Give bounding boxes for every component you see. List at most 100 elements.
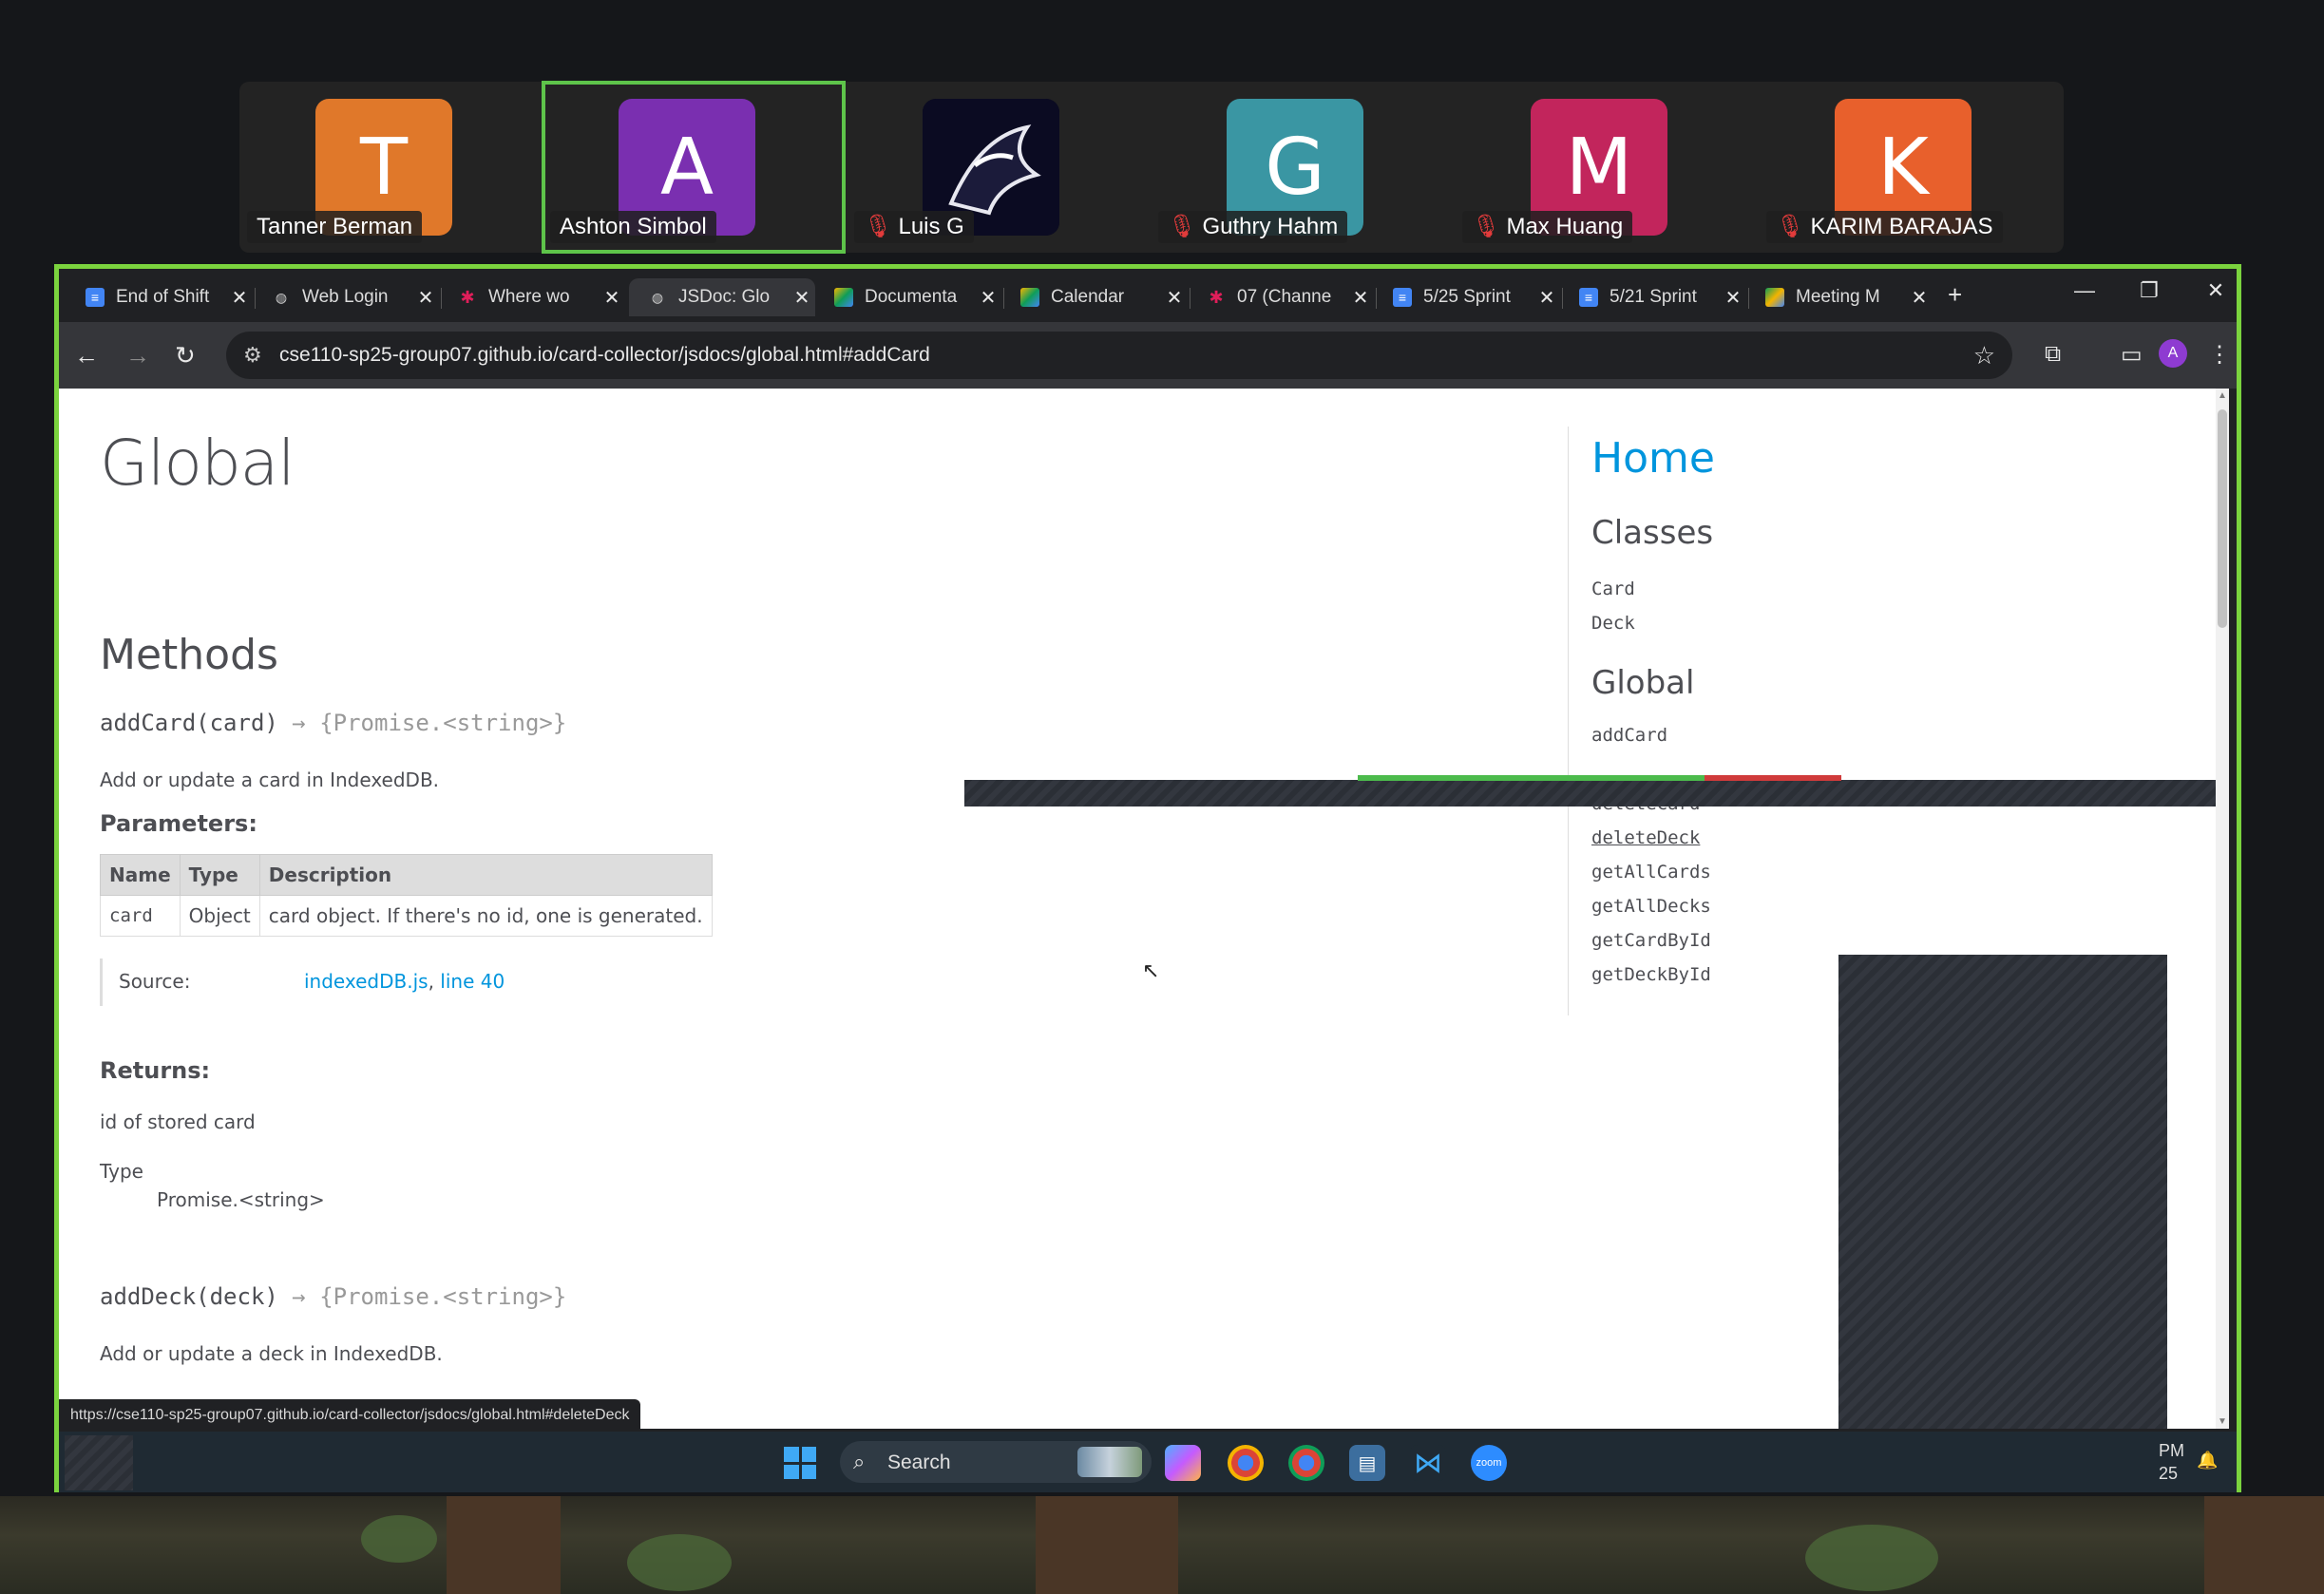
nav-class-deck[interactable]: Deck — [1591, 613, 1635, 634]
scroll-up-icon[interactable]: ▲ — [2216, 390, 2229, 401]
windows-start-icon[interactable] — [784, 1447, 816, 1479]
wallpaper-tree — [2204, 1496, 2324, 1594]
tab-web-login[interactable]: ◍ Web Login ✕ — [253, 278, 439, 316]
tray-time[interactable]: PM — [2159, 1441, 2184, 1461]
menu-kebab-icon[interactable]: ⋮ — [2208, 341, 2231, 369]
close-icon[interactable]: ✕ — [599, 286, 625, 310]
address-url[interactable]: cse110-sp25-group07.github.io/card-colle… — [279, 344, 930, 367]
extensions-icon[interactable]: ⧉ — [2045, 341, 2061, 368]
method-description: Add or update a card in IndexedDB. — [100, 769, 440, 791]
nav-addcard[interactable]: addCard — [1591, 725, 1667, 746]
source-label: Source: — [119, 970, 191, 993]
new-tab-button[interactable]: + — [1948, 280, 1962, 310]
zoom-icon[interactable]: zoom — [1471, 1445, 1507, 1481]
close-icon[interactable]: ✕ — [1347, 286, 1374, 310]
participant-name-label: Ashton Simbol — [550, 211, 716, 243]
tray-date[interactable]: 25 — [2159, 1464, 2178, 1484]
nav-getallcards[interactable]: getAllCards — [1591, 862, 1711, 882]
tab-07-channel[interactable]: ✱ 07 (Channe ✕ — [1188, 278, 1374, 316]
link-status-bar: https://cse110-sp25-group07.github.io/ca… — [59, 1399, 641, 1432]
tab-calendar[interactable]: Calendar ✕ — [1001, 278, 1188, 316]
tab-where-wo[interactable]: ✱ Where wo ✕ — [439, 278, 625, 316]
returns-description: id of stored card — [100, 1110, 256, 1133]
method-return-type: {Promise.<string>} — [319, 710, 567, 736]
participant-tile[interactable]: M 🎙 Max Huang — [1455, 82, 1757, 253]
mic-muted-icon: 🎙 — [1168, 214, 1197, 239]
vscode-icon[interactable]: ⋈ — [1410, 1445, 1446, 1481]
column-header: Type — [179, 854, 260, 896]
close-icon[interactable]: ✕ — [975, 286, 1001, 310]
close-icon[interactable]: ✕ — [1533, 286, 1560, 310]
method-signature-adddeck: addDeck(deck) → {Promise.<string>} — [100, 1283, 566, 1310]
google-docs-icon: ≡ — [86, 288, 105, 307]
close-icon[interactable]: ✕ — [412, 286, 439, 310]
scrollbar-thumb[interactable] — [2218, 409, 2227, 628]
close-icon[interactable]: ✕ — [1720, 286, 1746, 310]
close-icon[interactable]: ✕ — [1906, 286, 1933, 310]
participant-tile[interactable]: 🎙 Luis G — [847, 82, 1149, 253]
source-line-link[interactable]: line 40 — [440, 970, 505, 993]
participant-name-label: 🎙 Guthry Hahm — [1158, 211, 1348, 243]
profile-avatar[interactable]: A — [2159, 339, 2187, 368]
tab-end-of-shift[interactable]: ≡ End of Shift ✕ — [67, 278, 253, 316]
type-label: Type — [100, 1160, 143, 1183]
address-bar[interactable]: ⚙ cse110-sp25-group07.github.io/card-col… — [226, 332, 2012, 379]
nav-getdeckbyid[interactable]: getDeckById — [1591, 964, 1711, 985]
restore-icon[interactable]: ❐ — [2130, 278, 2168, 303]
source-file-link[interactable]: indexedDB.js — [304, 970, 429, 993]
scroll-down-icon[interactable]: ▼ — [2216, 1416, 2229, 1427]
participant-tile[interactable]: T Tanner Berman — [239, 82, 542, 253]
participant-tile-active-speaker[interactable]: A Ashton Simbol — [542, 81, 846, 254]
notification-bell-icon[interactable]: 🔔 — [2197, 1451, 2218, 1471]
tab-title: Calendar — [1051, 287, 1125, 307]
back-arrow-icon[interactable]: ← — [74, 341, 99, 370]
reload-icon[interactable]: ↻ — [175, 341, 196, 370]
home-link[interactable]: Home — [1591, 434, 1715, 483]
mouse-cursor-icon: ↖ — [1142, 958, 1160, 982]
param-description: card object. If there's no id, one is ge… — [258, 895, 713, 937]
participant-name: Guthry Hahm — [1202, 214, 1339, 239]
site-info-icon[interactable]: ⚙ — [243, 343, 262, 368]
forward-arrow-icon[interactable]: → — [125, 341, 150, 370]
taskbar-search[interactable]: ⌕ Search — [840, 1441, 1152, 1483]
tab-title: 07 (Channe — [1237, 287, 1332, 307]
drive-icon — [1020, 288, 1039, 307]
participant-name: Max Huang — [1506, 214, 1624, 239]
nav-getalldecks[interactable]: getAllDecks — [1591, 896, 1711, 917]
nav-deletedeck[interactable]: deleteDeck — [1591, 827, 1700, 848]
remote-desktop-icon[interactable]: ▤ — [1349, 1445, 1385, 1481]
share-indicator-green — [1358, 775, 1705, 781]
nav-class-card[interactable]: Card — [1591, 579, 1635, 599]
wallpaper-tree — [447, 1496, 561, 1594]
close-icon[interactable]: ✕ — [1161, 286, 1188, 310]
global-heading: Global — [1591, 664, 1695, 702]
mic-muted-icon: 🎙 — [1472, 214, 1501, 239]
tab-5-21-sprint[interactable]: ≡ 5/21 Sprint ✕ — [1560, 278, 1746, 316]
tab-documenta[interactable]: Documenta ✕ — [815, 278, 1001, 316]
minimize-icon[interactable]: — — [2066, 278, 2104, 303]
close-icon[interactable]: ✕ — [789, 286, 815, 310]
bookmark-star-icon[interactable]: ☆ — [1973, 341, 1995, 370]
method-name: addDeck(deck) — [100, 1283, 278, 1310]
cast-icon[interactable]: ▭ — [2121, 341, 2143, 369]
nav-getcardbyid[interactable]: getCardById — [1591, 930, 1711, 951]
chrome-icon[interactable] — [1228, 1445, 1264, 1481]
window-close-icon[interactable]: ✕ — [2197, 278, 2235, 303]
method-signature-addcard: addCard(card) → {Promise.<string>} — [100, 710, 566, 736]
participant-name-label: 🎙 Luis G — [854, 211, 974, 243]
tab-5-25-sprint[interactable]: ≡ 5/25 Sprint ✕ — [1374, 278, 1560, 316]
chrome-profile-icon[interactable] — [1288, 1445, 1324, 1481]
page-scrollbar[interactable]: ▲ ▼ — [2216, 389, 2229, 1429]
close-icon[interactable]: ✕ — [226, 286, 253, 310]
table-row: card Object card object. If there's no i… — [100, 895, 713, 937]
tab-jsdoc-global[interactable]: ◍ JSDoc: Glo ✕ — [629, 278, 815, 316]
sidebar-nav: Home Classes Card Deck Global addCard de… — [1568, 427, 2186, 1015]
methods-heading: Methods — [100, 631, 278, 679]
wallpaper-tree — [1036, 1496, 1178, 1594]
participant-tile[interactable]: G 🎙 Guthry Hahm — [1151, 82, 1453, 253]
participant-tile[interactable]: K 🎙 KARIM BARAJAS — [1759, 82, 2061, 253]
screen-share-toolbar-occlusion — [964, 780, 2229, 806]
copilot-icon[interactable] — [1165, 1445, 1201, 1481]
tab-meeting-m[interactable]: Meeting M ✕ — [1746, 278, 1933, 316]
tab-title: Documenta — [865, 287, 958, 307]
